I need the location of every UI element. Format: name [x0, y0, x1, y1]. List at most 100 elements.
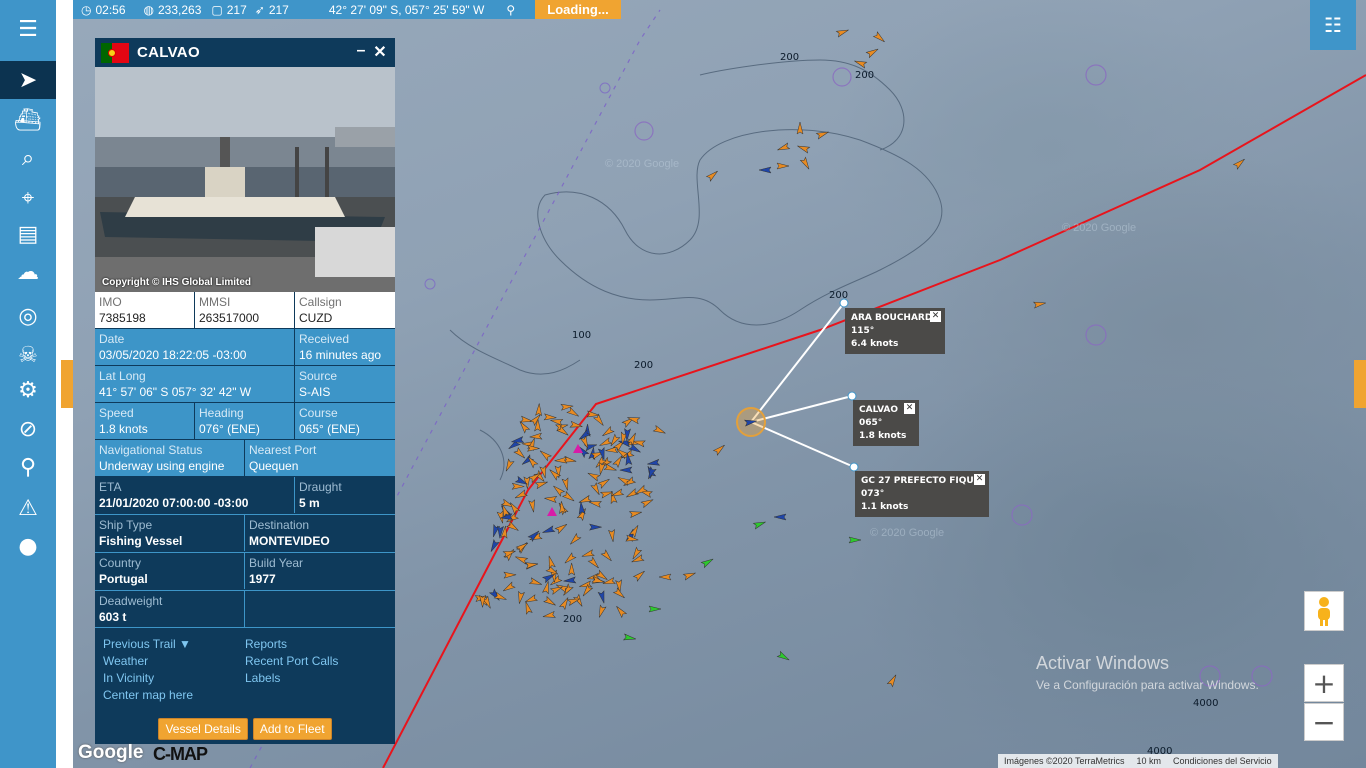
- vessel-marker[interactable]: [554, 522, 568, 535]
- close-icon[interactable]: ✕: [904, 403, 915, 414]
- vessel-marker[interactable]: [559, 596, 571, 611]
- vessel-marker[interactable]: [568, 532, 582, 547]
- add-to-fleet-button[interactable]: Add to Fleet: [252, 718, 332, 740]
- vessel-marker[interactable]: [700, 556, 714, 569]
- vessel-marker[interactable]: [516, 590, 525, 604]
- vessel-marker[interactable]: [590, 482, 602, 496]
- vessel-photo[interactable]: Copyright © IHS Global Limited: [95, 67, 395, 292]
- vessel-marker[interactable]: [563, 552, 577, 565]
- vessel-marker[interactable]: [1032, 300, 1047, 309]
- navigation-icon[interactable]: ➤: [0, 61, 56, 99]
- vessel-marker[interactable]: [542, 581, 552, 595]
- vessel-marker[interactable]: [502, 581, 516, 593]
- vessel-marker[interactable]: [776, 162, 790, 170]
- vessel-marker[interactable]: [631, 554, 645, 565]
- vessel-marker[interactable]: [514, 489, 528, 501]
- vessel-marker[interactable]: [589, 523, 602, 531]
- vessel-marker[interactable]: [634, 484, 648, 496]
- vessel-marker[interactable]: [597, 590, 607, 604]
- user-icon[interactable]: ●: [0, 527, 56, 565]
- filter-icon[interactable]: ▼: [179, 637, 191, 651]
- vessel-marker[interactable]: [597, 477, 611, 489]
- previous-trail-link[interactable]: Previous Trail ▼: [103, 636, 245, 653]
- vessel-marker[interactable]: [546, 555, 556, 569]
- vessel-marker[interactable]: [528, 577, 543, 587]
- close-icon[interactable]: ✕: [974, 474, 985, 485]
- vessel-marker[interactable]: [1232, 157, 1246, 170]
- vessel-marker[interactable]: [581, 549, 595, 559]
- vessel-details-button[interactable]: Vessel Details: [158, 718, 248, 740]
- vessel-marker[interactable]: [551, 484, 566, 497]
- right-collapse-tab[interactable]: [1354, 360, 1366, 408]
- search-icon[interactable]: ⌕: [0, 139, 56, 177]
- pin-icon[interactable]: ⚲: [0, 448, 56, 486]
- vessel-marker[interactable]: [614, 604, 628, 619]
- vessel-marker[interactable]: [506, 520, 520, 533]
- vessel-marker[interactable]: [503, 458, 515, 472]
- vessel-marker[interactable]: [603, 463, 617, 473]
- vessel-marker[interactable]: [554, 456, 568, 464]
- weather-icon[interactable]: ☁: [0, 253, 56, 291]
- vessel-marker[interactable]: [648, 605, 662, 613]
- vessel-marker[interactable]: [543, 595, 557, 608]
- close-icon[interactable]: ✕: [930, 311, 941, 322]
- close-icon[interactable]: ✕: [372, 42, 388, 62]
- vessel-marker[interactable]: [625, 488, 639, 500]
- vessel-marker[interactable]: [619, 466, 633, 474]
- vessel-marker[interactable]: [796, 143, 811, 154]
- vessel-marker[interactable]: [865, 46, 879, 59]
- vessel-marker[interactable]: [587, 556, 601, 570]
- piracy-icon[interactable]: ☠: [0, 336, 56, 374]
- center-map-link[interactable]: Center map here: [103, 687, 245, 704]
- vessel-marker[interactable]: [544, 495, 558, 503]
- vessel-marker[interactable]: [652, 424, 666, 436]
- labels-link[interactable]: Labels: [245, 670, 387, 687]
- minimize-icon[interactable]: –: [353, 42, 369, 60]
- warning-icon[interactable]: ⚠: [0, 489, 56, 527]
- vessel-marker[interactable]: [848, 536, 862, 544]
- vessel-marker[interactable]: [515, 541, 529, 553]
- vessel-popup-ara-bouchard[interactable]: ARA BOUCHARD 115° 6.4 knots ✕: [845, 308, 945, 354]
- vessel-marker[interactable]: [796, 121, 804, 135]
- vessel-marker[interactable]: [513, 447, 527, 461]
- vessel-marker[interactable]: [568, 562, 576, 576]
- weather-link[interactable]: Weather: [103, 653, 245, 670]
- menu-icon[interactable]: ☰: [0, 10, 56, 48]
- vessel-marker[interactable]: [558, 501, 566, 515]
- vessel-marker[interactable]: [658, 573, 672, 581]
- vessel-marker[interactable]: [712, 443, 726, 456]
- vessel-marker[interactable]: [622, 633, 637, 642]
- zoom-in-button[interactable]: +: [1304, 664, 1344, 702]
- vessel-marker[interactable]: [596, 604, 607, 618]
- vessel-marker[interactable]: [682, 570, 696, 581]
- vessel-marker[interactable]: [601, 425, 615, 439]
- vessel-marker[interactable]: [523, 601, 533, 615]
- vessel-marker[interactable]: [632, 569, 646, 582]
- fleet-icon[interactable]: ⛴: [0, 101, 56, 139]
- vessel-marker[interactable]: [538, 448, 552, 462]
- vessel-marker[interactable]: [578, 501, 586, 515]
- radar-icon[interactable]: ◎: [0, 297, 56, 335]
- pin-icon[interactable]: ⚲: [506, 3, 515, 17]
- vessel-marker[interactable]: [563, 576, 577, 584]
- vessel-marker[interactable]: [776, 650, 790, 662]
- vessel-marker[interactable]: [593, 413, 606, 427]
- vessel-marker[interactable]: [587, 470, 601, 482]
- vessel-marker[interactable]: [511, 482, 525, 490]
- vessel-marker[interactable]: [600, 549, 613, 563]
- vessel-marker[interactable]: [525, 561, 539, 570]
- vessel-marker[interactable]: [886, 673, 898, 688]
- compass-icon[interactable]: ⊘: [0, 410, 56, 448]
- vessel-marker[interactable]: [503, 571, 517, 579]
- vessel-marker[interactable]: [705, 169, 719, 182]
- vessel-marker[interactable]: [561, 477, 570, 491]
- vessel-marker[interactable]: [776, 142, 791, 153]
- vessel-marker[interactable]: [646, 466, 657, 480]
- area-icon[interactable]: ⌖: [0, 179, 56, 217]
- vessel-marker[interactable]: [752, 519, 766, 530]
- vessel-marker[interactable]: [535, 403, 543, 417]
- vessel-popup-calvao[interactable]: CALVAO 065° 1.8 knots ✕: [853, 400, 919, 446]
- reports-link[interactable]: Reports: [245, 636, 387, 653]
- vessel-marker[interactable]: [598, 437, 613, 449]
- sidebar-collapse-tab[interactable]: [61, 360, 73, 408]
